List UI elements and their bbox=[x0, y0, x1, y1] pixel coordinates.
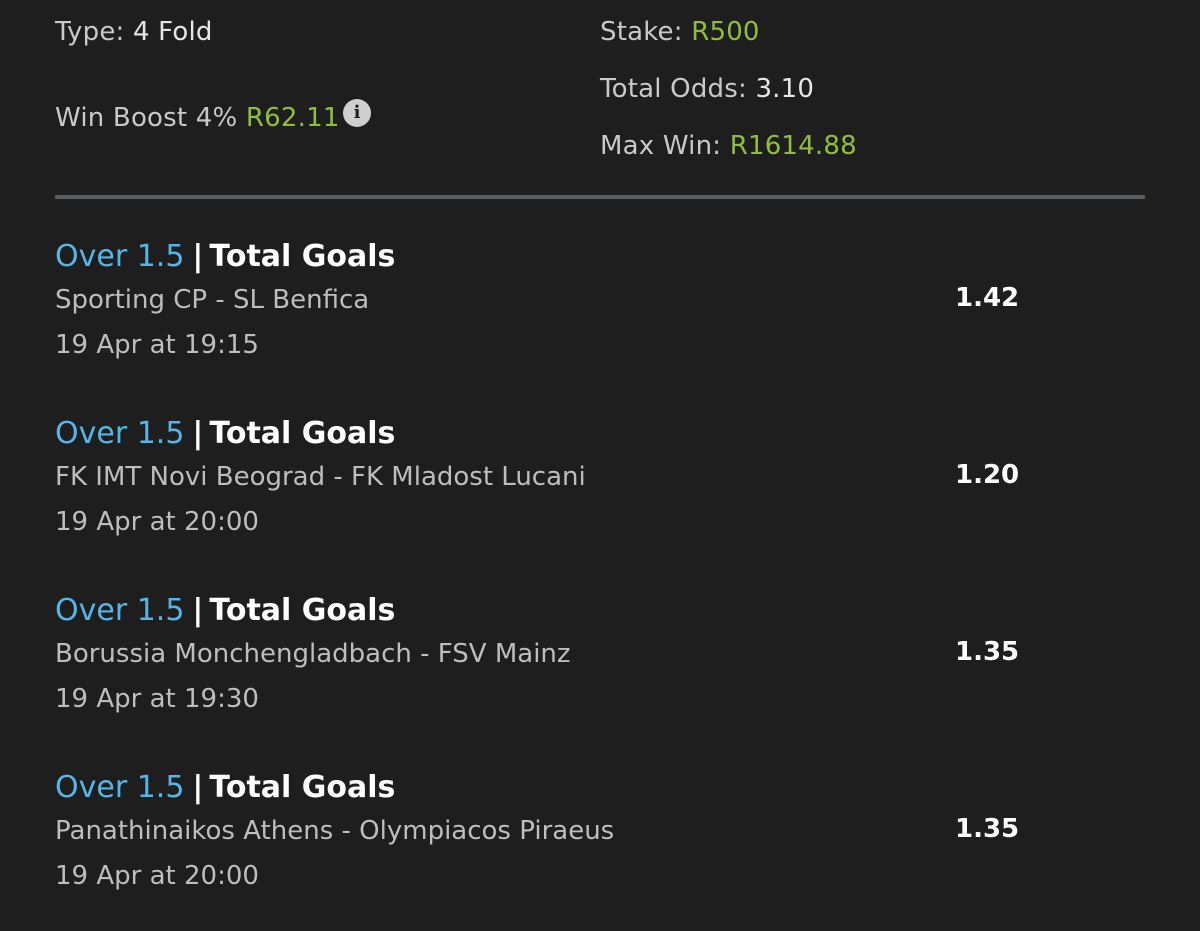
selection-header: Over 1.5 | Total Goals bbox=[55, 238, 395, 276]
win-boost-label: Win Boost 4% bbox=[55, 103, 238, 133]
selection-item: Over 1.5 | Total Goals Sporting CP - SL Be… bbox=[55, 238, 1145, 388]
selection-time: 19 Apr at 20:00 bbox=[55, 861, 259, 891]
selection-header: Over 1.5 | Total Goals bbox=[55, 415, 395, 453]
bet-type-label: Type: bbox=[55, 17, 125, 47]
stake: Stake: R500 bbox=[600, 16, 760, 48]
stake-value: R500 bbox=[691, 17, 760, 47]
win-boost: Win Boost 4% R62.11 bbox=[55, 102, 340, 134]
selection-separator: | bbox=[192, 593, 204, 628]
selection-market: Total Goals bbox=[209, 593, 396, 628]
stake-label: Stake: bbox=[600, 17, 683, 47]
total-odds-label: Total Odds: bbox=[600, 74, 747, 104]
selection-match: FK IMT Novi Beograd - FK Mladost Lucani bbox=[55, 462, 586, 492]
selection-odds: 1.42 bbox=[955, 283, 1020, 313]
selection-time: 19 Apr at 19:15 bbox=[55, 330, 259, 360]
selection-item: Over 1.5 | Total Goals FK IMT Novi Beograd… bbox=[55, 415, 1145, 565]
selection-market: Total Goals bbox=[209, 416, 396, 451]
selection-odds: 1.20 bbox=[955, 460, 1020, 490]
selection-header: Over 1.5 | Total Goals bbox=[55, 592, 395, 630]
selection-match: Sporting CP - SL Benfica bbox=[55, 285, 370, 315]
max-win-value: R1614.88 bbox=[729, 131, 857, 161]
selection-odds: 1.35 bbox=[955, 637, 1020, 667]
selection-header: Over 1.5 | Total Goals bbox=[55, 769, 395, 807]
max-win: Max Win: R1614.88 bbox=[600, 130, 857, 162]
selection-separator: | bbox=[192, 239, 204, 274]
bet-type: Type: 4 Fold bbox=[55, 16, 213, 48]
selection-separator: | bbox=[192, 416, 204, 451]
total-odds: Total Odds: 3.10 bbox=[600, 73, 814, 105]
divider bbox=[55, 195, 1145, 199]
selection-pick: Over 1.5 bbox=[55, 770, 185, 805]
selection-match: Borussia Monchengladbach - FSV Mainz bbox=[55, 639, 571, 669]
selection-pick: Over 1.5 bbox=[55, 593, 185, 628]
selection-pick: Over 1.5 bbox=[55, 416, 185, 451]
selection-odds: 1.35 bbox=[955, 814, 1020, 844]
bet-type-value: 4 Fold bbox=[132, 17, 213, 47]
selection-match: Panathinaikos Athens - Olympiacos Piraeu… bbox=[55, 816, 615, 846]
selection-time: 19 Apr at 20:00 bbox=[55, 507, 259, 537]
info-icon[interactable]: i bbox=[343, 99, 371, 127]
total-odds-value: 3.10 bbox=[755, 74, 815, 104]
selection-item: Over 1.5 | Total Goals Borussia Monchengla… bbox=[55, 592, 1145, 742]
selection-item: Over 1.5 | Total Goals Panathinaikos Athen… bbox=[55, 769, 1145, 919]
win-boost-value: R62.11 bbox=[245, 103, 340, 133]
selection-pick: Over 1.5 bbox=[55, 239, 185, 274]
selection-market: Total Goals bbox=[209, 239, 396, 274]
selection-time: 19 Apr at 19:30 bbox=[55, 684, 259, 714]
max-win-label: Max Win: bbox=[600, 131, 722, 161]
selection-market: Total Goals bbox=[209, 770, 396, 805]
selection-separator: | bbox=[192, 770, 204, 805]
bet-summary: Type: 4 Fold Win Boost 4% R62.11 i Stake… bbox=[0, 0, 1200, 200]
